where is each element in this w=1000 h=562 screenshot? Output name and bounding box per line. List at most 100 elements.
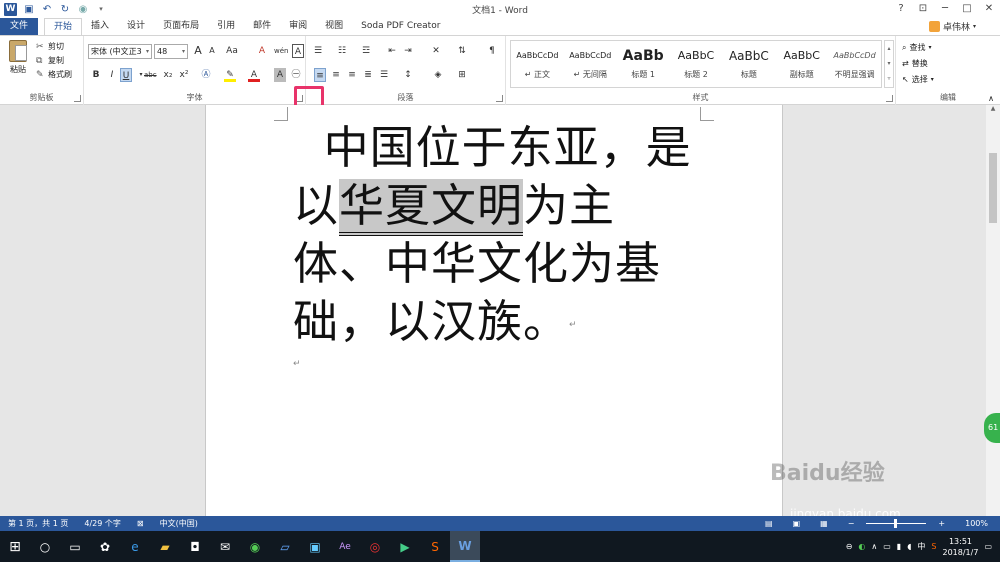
align-right-icon[interactable]: ≡ xyxy=(346,68,358,82)
align-left-icon[interactable]: ≡ xyxy=(314,68,326,82)
word-count[interactable]: 4/29 个字 xyxy=(76,518,129,529)
zoom-level[interactable]: 100% xyxy=(957,519,996,528)
multilevel-list-icon[interactable]: ☲ xyxy=(360,44,372,58)
scroll-up-icon[interactable]: ▲ xyxy=(986,105,1000,112)
touch-mode-icon[interactable]: ◉ xyxy=(77,3,89,15)
zoom-slider-knob[interactable] xyxy=(894,519,898,528)
phonetic-guide-button[interactable]: wén xyxy=(274,44,288,58)
selected-text[interactable]: 华夏文明 xyxy=(339,179,524,236)
save-icon[interactable]: ▣ xyxy=(23,3,35,15)
document-text[interactable]: 中国位于东亚，是 以华夏文明为主 体、中华文化为基 础，以汉族。↵ ↵ xyxy=(293,119,703,374)
style-title[interactable]: AaBbC 标题 xyxy=(722,41,775,87)
cut-button[interactable]: ✂ 剪切 xyxy=(36,40,72,54)
scroll-thumb[interactable] xyxy=(989,153,997,223)
screen-icon[interactable]: ▣ xyxy=(300,531,330,562)
redo-icon[interactable]: ↻ xyxy=(59,3,71,15)
collapse-ribbon-icon[interactable]: ∧ xyxy=(988,94,994,103)
align-center-icon[interactable]: ≡ xyxy=(330,68,342,82)
bullets-icon[interactable]: ☰ xyxy=(312,44,324,58)
store-icon[interactable]: ◘ xyxy=(180,531,210,562)
superscript-button[interactable]: x² xyxy=(178,68,190,82)
tab-design[interactable]: 设计 xyxy=(118,18,154,35)
select-button[interactable]: ↖ 选择 ▾ xyxy=(896,72,934,88)
netease-music-icon[interactable]: ◎ xyxy=(360,531,390,562)
subscript-button[interactable]: x₂ xyxy=(162,68,174,82)
italic-button[interactable]: I xyxy=(106,68,118,82)
highlight-color-icon[interactable]: ✎ xyxy=(224,68,236,82)
tab-soda-pdf[interactable]: Soda PDF Creator xyxy=(352,18,449,35)
find-button[interactable]: ⌕ 查找 ▾ xyxy=(896,40,934,56)
tab-page-layout[interactable]: 页面布局 xyxy=(154,18,208,35)
notification-icon[interactable]: ▭ xyxy=(984,542,992,551)
tray-help-icon[interactable]: ⊖ xyxy=(846,542,853,551)
text-effects-icon[interactable]: Ⓐ xyxy=(200,68,212,82)
bold-button[interactable]: B xyxy=(90,68,102,82)
style-subtle-emphasis[interactable]: AaBbCcDd 不明显强调 xyxy=(828,41,881,87)
read-mode-icon[interactable]: ▤ xyxy=(757,519,781,528)
minimize-button[interactable]: ─ xyxy=(934,0,956,18)
tab-view[interactable]: 视图 xyxy=(316,18,352,35)
borders-icon[interactable]: ⊞ xyxy=(456,68,468,82)
font-name-select[interactable]: 宋体 (中文正3 ▾ xyxy=(88,44,152,59)
web-layout-icon[interactable]: ▦ xyxy=(812,519,836,528)
word-logo-icon[interactable]: W xyxy=(4,2,17,16)
zoom-out-icon[interactable]: − xyxy=(840,519,863,528)
tab-insert[interactable]: 插入 xyxy=(82,18,118,35)
style-subtitle[interactable]: AaBbC 副标题 xyxy=(775,41,828,87)
zoom-slider[interactable] xyxy=(866,519,927,528)
format-painter-button[interactable]: ✎ 格式刷 xyxy=(36,68,72,82)
vertical-scrollbar[interactable]: ▲ xyxy=(986,105,1000,516)
paragraph-launcher-icon[interactable] xyxy=(496,95,503,102)
show-marks-icon[interactable]: ¶ xyxy=(486,44,498,58)
font-color-icon[interactable]: A xyxy=(248,68,260,82)
tab-review[interactable]: 审阅 xyxy=(280,18,316,35)
clipboard-launcher-icon[interactable] xyxy=(74,95,81,102)
style-normal[interactable]: AaBbCcDd ↵ 正文 xyxy=(511,41,564,87)
paste-button[interactable]: 粘贴 xyxy=(6,40,30,75)
media-player-icon[interactable]: ▶ xyxy=(390,531,420,562)
maximize-button[interactable]: □ xyxy=(956,0,978,18)
ime-mode[interactable]: 中 xyxy=(917,541,925,552)
distribute-icon[interactable]: ☰ xyxy=(378,68,390,82)
style-heading-1[interactable]: AaBb 标题 1 xyxy=(617,41,670,87)
tab-file[interactable]: 文件 xyxy=(0,18,39,35)
character-border-button[interactable]: A xyxy=(292,44,304,58)
remote-desktop-icon[interactable]: ▱ xyxy=(270,531,300,562)
sort-icon[interactable]: ⇅ xyxy=(456,44,468,58)
shrink-font-button[interactable]: A xyxy=(206,44,218,58)
clock[interactable]: 13:51 2018/1/7 xyxy=(943,536,979,558)
justify-icon[interactable]: ≣ xyxy=(362,68,374,82)
start-icon[interactable]: ⊞ xyxy=(0,531,30,562)
show-hidden-icon[interactable]: ∧ xyxy=(871,542,877,551)
shading-icon[interactable]: ◈ xyxy=(432,68,444,82)
font-size-select[interactable]: 48 ▾ xyxy=(154,44,188,59)
close-button[interactable]: ✕ xyxy=(978,0,1000,18)
mail-icon[interactable]: ✉ xyxy=(210,531,240,562)
volume-icon[interactable]: ◖ xyxy=(907,542,911,551)
tab-references[interactable]: 引用 xyxy=(208,18,244,35)
change-case-button[interactable]: Aa xyxy=(226,44,238,58)
task-view-icon[interactable]: ▭ xyxy=(60,531,90,562)
side-widget-badge[interactable]: 61 xyxy=(984,413,1000,443)
battery-icon[interactable]: ▮ xyxy=(897,542,901,551)
clear-formatting-button[interactable]: A xyxy=(256,44,268,58)
zoom-in-icon[interactable]: + xyxy=(930,519,953,528)
styles-gallery-scroll[interactable]: ▴ ▾ ▿ xyxy=(884,40,894,88)
customize-qa-icon[interactable]: ▾ xyxy=(95,3,107,15)
proofing-icon[interactable]: ⊠ xyxy=(129,519,152,528)
user-account[interactable]: 卓伟林 ▾ xyxy=(928,20,976,33)
after-effects-icon[interactable]: Ae xyxy=(330,531,360,562)
line-spacing-icon[interactable]: ↕ xyxy=(402,68,414,82)
help-button[interactable]: ? xyxy=(890,0,912,18)
print-layout-icon[interactable]: ▣ xyxy=(785,519,809,528)
numbering-icon[interactable]: ☷ xyxy=(336,44,348,58)
sogou-icon[interactable]: S xyxy=(420,531,450,562)
replace-button[interactable]: ⇄ 替换 xyxy=(896,56,934,72)
app-fan-icon[interactable]: ✿ xyxy=(90,531,120,562)
file-explorer-icon[interactable]: ▰ xyxy=(150,531,180,562)
page-count[interactable]: 第 1 页，共 1 页 xyxy=(0,518,76,529)
character-shading-icon[interactable]: A xyxy=(274,68,286,82)
underline-button[interactable]: U xyxy=(120,68,132,82)
sogou-tray-icon[interactable]: S xyxy=(931,542,936,551)
tab-home[interactable]: 开始 xyxy=(44,18,83,35)
